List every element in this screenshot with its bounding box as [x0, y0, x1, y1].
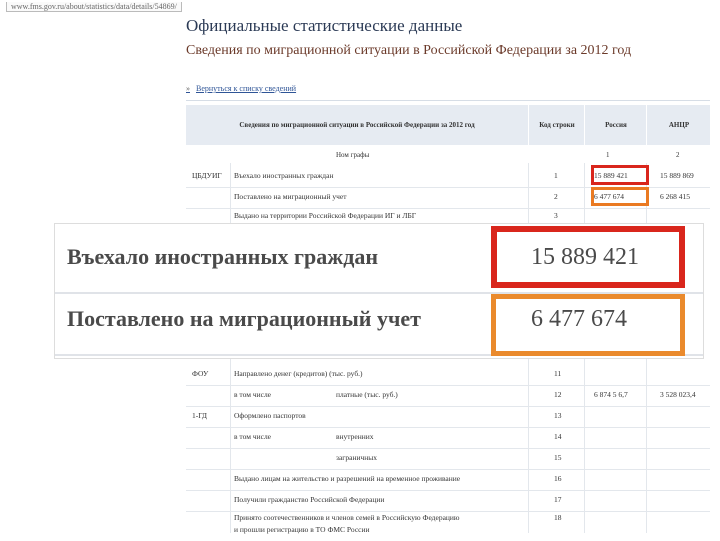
- row-russia: 6 874 5 6,7: [594, 390, 628, 399]
- row-code: 1: [554, 171, 558, 180]
- row-label: Направлено денег (кредитов) (тыс. руб.): [234, 369, 363, 378]
- header-indicator: Сведения по миграционной ситуации в Росс…: [239, 120, 475, 129]
- row-code: 2: [554, 192, 558, 201]
- bullet-icon: »: [186, 84, 190, 93]
- row-code: 3: [554, 211, 558, 220]
- zoom-highlight-red: [491, 226, 685, 288]
- zoom-highlight-orange: [491, 294, 685, 356]
- page-subtitle: Сведения по миграционной ситуации в Росс…: [186, 43, 632, 58]
- table-row: в том числе платные (тыс. руб.) 12 6 874…: [186, 386, 710, 407]
- zoom-callout: Въехало иностранных граждан 15 889 421 П…: [55, 224, 703, 358]
- row-ancr: 15 889 869: [660, 171, 694, 180]
- row-label: Поставлено на миграционный учет: [234, 192, 347, 201]
- column-numbers-row: Ном графы 1 2: [186, 149, 710, 163]
- row-group: 1-ГД: [192, 411, 208, 420]
- table-row: 1-ГД Оформлено паспортов 13: [186, 407, 710, 428]
- address-bar-url[interactable]: www.fms.gov.ru/about/statistics/data/det…: [6, 2, 182, 12]
- row-code: 15: [554, 453, 562, 462]
- row-code: 11: [554, 369, 562, 378]
- row-code: 16: [554, 474, 562, 483]
- header-ancr: АНЦР: [646, 105, 711, 145]
- back-to-list-link[interactable]: » Вернуться к списку сведений: [186, 84, 296, 93]
- table-row: заграничных 15: [186, 449, 710, 470]
- page-title: Официальные статистические данные: [186, 16, 463, 35]
- row-sublabel: заграничных: [336, 453, 378, 462]
- row-label: Въехало иностранных граждан: [234, 171, 334, 180]
- header-russia: Россия: [584, 105, 647, 145]
- table-row: ФОУ Направлено денег (кредитов) (тыс. ру…: [186, 365, 710, 386]
- row-sublabel: внутренних: [336, 432, 374, 441]
- row-label: Выдано на территории Российской Федераци…: [234, 211, 417, 220]
- row-ancr: 3 528 023,4: [660, 390, 696, 399]
- row-group: ФОУ: [192, 369, 209, 378]
- row-group: ЦБДУИГ: [192, 171, 222, 180]
- row-ancr: 6 268 415: [660, 192, 690, 201]
- table-row: Выдано лицам на жительство и разрешений …: [186, 470, 710, 491]
- row-code: 13: [554, 411, 562, 420]
- row-label: и прошли регистрацию в ТО ФМС России: [234, 525, 370, 534]
- colnum-code: 1: [606, 151, 610, 159]
- zoom-label-entered: Въехало иностранных граждан: [67, 244, 379, 269]
- row-code: 12: [554, 390, 562, 399]
- row-label: Оформлено паспортов: [234, 411, 306, 420]
- colnum-indicator: Ном графы: [336, 151, 370, 159]
- row-label: Выдано лицам на жительство и разрешений …: [234, 474, 461, 483]
- table-header: Сведения по миграционной ситуации в Росс…: [186, 105, 710, 145]
- colnum-russia: 2: [676, 151, 680, 159]
- highlight-box-red: [591, 165, 649, 185]
- highlight-box-orange: [591, 187, 649, 206]
- row-sublabel: платные (тыс. руб.): [336, 390, 398, 399]
- zoom-label-registered: Поставлено на миграционный учет: [67, 306, 421, 331]
- row-label: в том числе: [234, 390, 272, 399]
- row-code: 14: [554, 432, 562, 441]
- address-bar[interactable]: www.fms.gov.ru/about/statistics/data/det…: [0, 0, 720, 14]
- row-label: в том числе: [234, 432, 272, 441]
- table-row: в том числе внутренних 14: [186, 428, 710, 449]
- table-row: и прошли регистрацию в ТО ФМС России: [186, 521, 710, 541]
- row-code: 17: [554, 495, 562, 504]
- header-code: Код строки: [528, 105, 585, 145]
- back-link-label[interactable]: Вернуться к списку сведений: [196, 84, 296, 93]
- row-label: Получили гражданство Российской Федераци…: [234, 495, 385, 504]
